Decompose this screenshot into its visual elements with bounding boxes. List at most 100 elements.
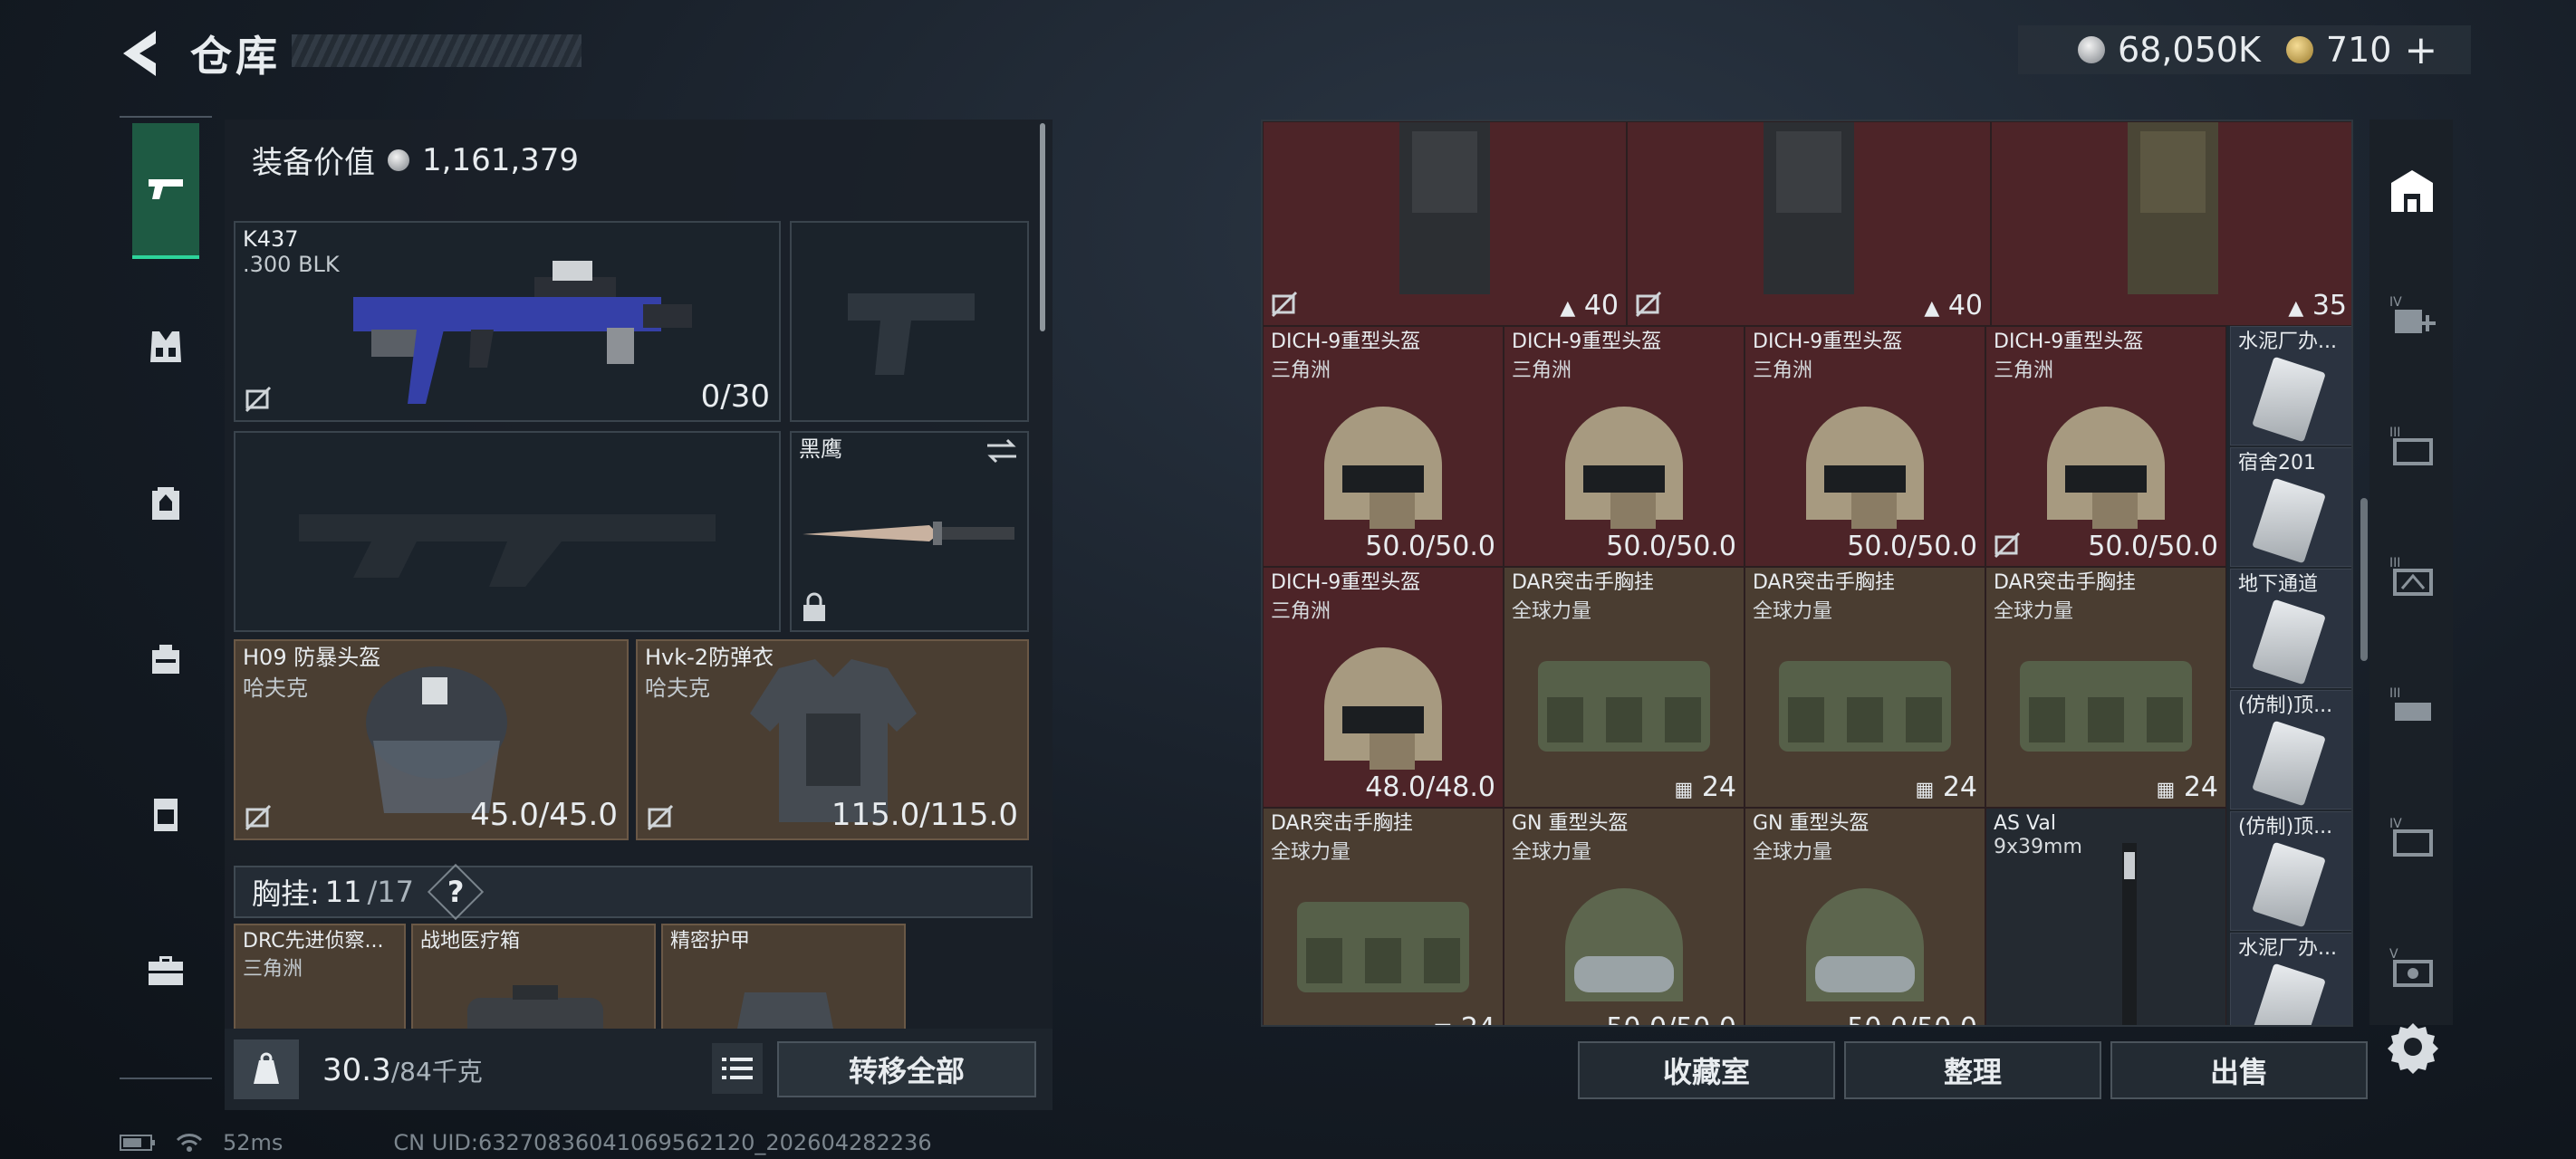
stash-item[interactable]: DAR突击手胸挂全球力量 ▦ 24 [1985,567,2226,808]
keycard-item[interactable]: (仿制)顶... [2230,811,2351,931]
gear-icon[interactable] [2384,1018,2442,1076]
heavy-helmet-icon [1806,406,1924,529]
chest-rig-capacity-bar: 胸挂: 11 /17 ? [234,863,1033,921]
tab-stash-v[interactable]: V [2380,936,2444,1000]
page-title: 仓库 [190,32,281,81]
no-insurance-icon [1994,532,2021,559]
stash-item[interactable]: ▲ 40 [1263,121,1627,326]
durability-value: 50.0/50.0 [1606,531,1736,562]
durability-value: 48.0/48.0 [1365,771,1495,803]
helmet-slot[interactable]: H09 防暴头盔 哈夫克 45.0/45.0 [234,639,629,840]
knife-icon [803,522,1014,545]
chest-item-map: 三角洲 [243,958,303,981]
keycard-icon [2252,841,2326,928]
keycard-icon [2252,477,2326,564]
stash-item[interactable]: GN 重型头盔全球力量 50.0/50.0 [1745,808,1985,1025]
ammo-count: 0/30 [700,378,770,415]
sort-button[interactable]: 整理 [1844,1041,2101,1099]
help-button[interactable]: ? [427,863,485,921]
tab-weapons[interactable] [132,123,199,259]
battery-icon [120,1135,155,1151]
stash-item[interactable]: DICH-9重型头盔 三角洲 50.0/50.0 [1504,326,1745,567]
melee-slot[interactable]: 黑鹰 [790,431,1029,632]
safebox-icon [154,799,178,831]
tab-toolbox[interactable] [132,902,199,1038]
tab-stash-iii-c[interactable]: III [2380,675,2444,739]
tab-stash-home[interactable] [2380,159,2444,223]
backpack-icon [2128,122,2218,294]
stash-item[interactable]: DAR突击手胸挂全球力量 ▦ 24 [1504,567,1745,808]
no-insurance-icon [1271,291,1298,318]
primary-weapon-slot[interactable]: K437 .300 BLK 0/30 [234,221,781,422]
storage-box-icon: V [2389,947,2433,987]
chest-rig-icon [1538,660,1710,752]
no-insurance-icon [1635,291,1662,318]
secondary-weapon-slot[interactable] [234,431,781,632]
rifle-icon [353,261,692,404]
tab-stash-iii-b[interactable]: III [2380,545,2444,608]
stash-item[interactable]: ▲ 40 [1627,121,1991,326]
chest-rig-icon [150,331,181,362]
stash-item[interactable]: GN 重型头盔全球力量 50.0/50.0 [1504,808,1745,1025]
title-decoration [292,34,582,67]
weight-current: 30.3 [322,1052,391,1088]
tab-bag[interactable] [132,590,199,726]
transfer-all-button[interactable]: 转移全部 [777,1041,1036,1097]
capacity-value: ▦ 24 [2156,771,2218,803]
tab-backpack[interactable] [132,435,199,570]
swap-icon[interactable] [984,436,1020,465]
lock-icon [803,592,825,621]
tab-stash-iv-add[interactable]: IV [2380,284,2444,348]
storage-box-icon: III [2389,556,2433,596]
keycard-item[interactable]: 水泥厂办... [2230,326,2351,445]
uid-readout: CN UID:63270836041069562120_202604282236 [393,1130,932,1155]
stash-item[interactable]: DICH-9重型头盔 三角洲 50.0/50.0 [1263,326,1504,567]
keycard-item[interactable]: 宿舍201 [2230,447,2351,567]
capacity-value: ▲ 40 [1924,290,1983,321]
rifle-icon [2122,842,2138,1025]
stash-item[interactable]: DICH-9重型头盔 三角洲 48.0/48.0 [1263,567,1504,808]
pistol-icon [149,179,183,199]
keycard-item[interactable]: 水泥厂办... [2230,933,2351,1025]
tab-chest-rig[interactable] [132,279,199,415]
durability-value: 50.0/50.0 [1606,1012,1736,1025]
collection-room-button[interactable]: 收藏室 [1578,1041,1835,1099]
heavy-helmet-icon [2047,406,2165,529]
equipment-scrollbar[interactable] [1040,123,1045,331]
add-storage-icon: IV [2389,295,2436,333]
equipment-value-label: 装备价值 [252,145,375,181]
stash-item[interactable]: DAR突击手胸挂全球力量 ▦ 24 [1263,808,1504,1025]
silver-balance: 68,050K [2118,30,2261,70]
back-arrow-icon[interactable] [118,27,163,80]
tab-safebox[interactable] [132,746,199,882]
stash-item[interactable]: DICH-9重型头盔 三角洲 50.0/50.0 [1745,326,1985,567]
heavy-helmet-icon [1565,887,1683,1001]
durability-value: 50.0/50.0 [1847,531,1977,562]
stash-item[interactable]: DICH-9重型头盔 三角洲 50.0/50.0 [1985,326,2226,567]
chest-item-slot[interactable]: DRC先进侦察... 三角洲 [234,924,406,1032]
pistol-slot[interactable] [790,221,1029,422]
no-insurance-icon [245,386,272,413]
weapon-caliber: .300 BLK [243,252,340,277]
tab-stash-iv-b[interactable]: IV [2380,806,2444,869]
keycard-item[interactable]: 地下通道 [2230,569,2351,688]
stash-item[interactable]: DAR突击手胸挂全球力量 ▦ 24 [1745,567,1985,808]
rifle-placeholder-icon [299,514,716,587]
sell-button[interactable]: 出售 [2110,1041,2368,1099]
pistol-placeholder-icon [848,293,975,375]
keycard-item[interactable]: (仿制)顶... [2230,690,2351,809]
chest-item-slot[interactable]: 战地医疗箱 [411,924,656,1032]
add-currency-button[interactable]: + [2404,27,2437,73]
stash-scrollbar[interactable] [2360,498,2368,661]
chest-item-slot[interactable]: 精密护甲 [661,924,906,1032]
chest-rig-icon [1297,901,1469,992]
knife-name: 黑鹰 [799,436,842,462]
list-icon [722,1058,753,1079]
left-tab-bar [120,116,212,1079]
list-view-button[interactable] [712,1043,763,1094]
weight-max: /84千克 [390,1057,483,1087]
stash-item[interactable]: ▲ 35 [1991,121,2351,326]
tab-stash-iii-a[interactable]: III [2380,415,2444,478]
armor-slot[interactable]: Hvk-2防弹衣 哈夫克 115.0/115.0 [636,639,1029,840]
stash-item[interactable]: AS Val 9x39mm [1985,808,2226,1025]
